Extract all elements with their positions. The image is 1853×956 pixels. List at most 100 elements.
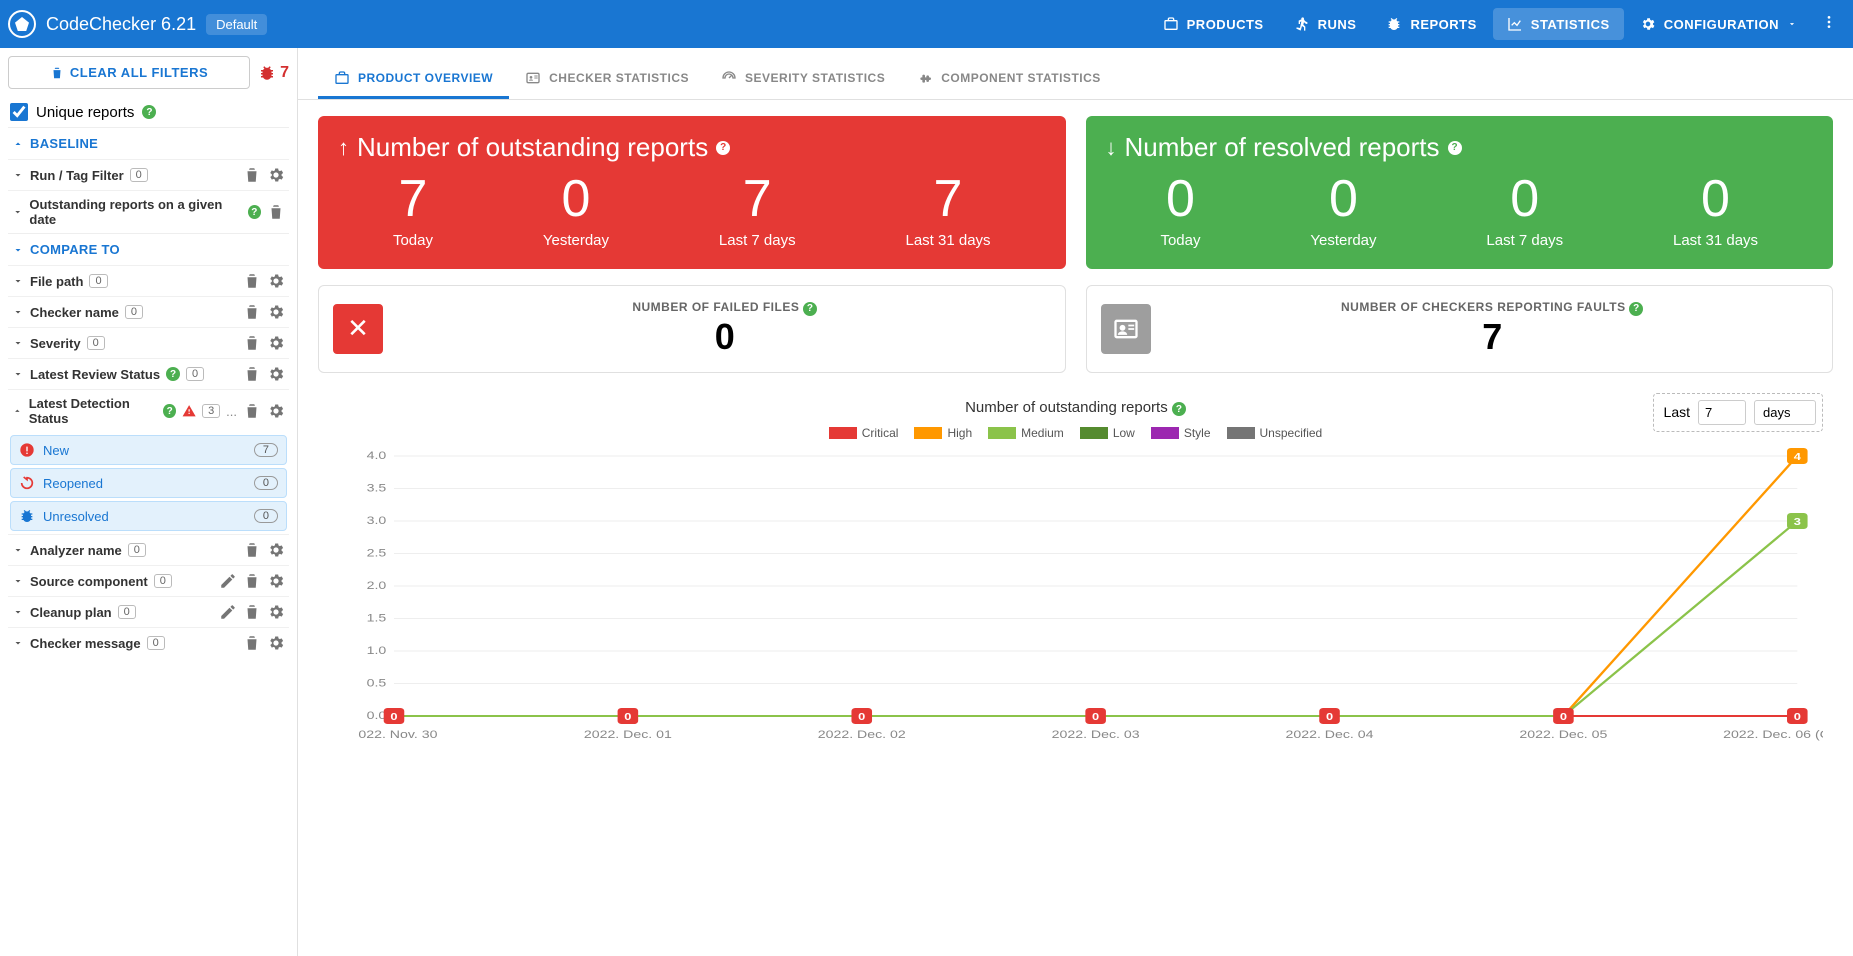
arrow-down-icon: ↓ bbox=[1106, 135, 1117, 161]
help-icon[interactable]: ? bbox=[166, 367, 180, 381]
detection-item-reopened[interactable]: Reopened 0 bbox=[10, 468, 287, 498]
id-card-icon bbox=[525, 70, 541, 86]
svg-text:0: 0 bbox=[1560, 712, 1567, 722]
chevron-down-icon bbox=[12, 637, 24, 649]
topbar-nav: PRODUCTS RUNS REPORTS STATISTICS CONFIGU… bbox=[1149, 6, 1845, 43]
topbar: CodeChecker 6.21 Default PRODUCTS RUNS R… bbox=[0, 0, 1853, 48]
gear-icon[interactable] bbox=[267, 572, 285, 590]
trash-icon[interactable] bbox=[243, 365, 261, 383]
help-icon[interactable]: ? bbox=[716, 141, 730, 155]
checkers-faults-card: NUMBER OF CHECKERS REPORTING FAULTS ? 7 bbox=[1086, 285, 1834, 373]
tab-product-overview[interactable]: PRODUCT OVERVIEW bbox=[318, 60, 509, 99]
help-icon[interactable]: ? bbox=[803, 302, 817, 316]
help-icon[interactable]: ? bbox=[142, 105, 156, 119]
help-icon[interactable]: ? bbox=[248, 205, 261, 219]
clear-all-filters-button[interactable]: CLEAR ALL FILTERS bbox=[8, 56, 250, 89]
gear-icon[interactable] bbox=[267, 402, 285, 420]
filter-outstanding-date[interactable]: Outstanding reports on a given date ? bbox=[8, 190, 289, 233]
content-area: PRODUCT OVERVIEW CHECKER STATISTICS SEVE… bbox=[298, 48, 1853, 956]
nav-configuration[interactable]: CONFIGURATION bbox=[1626, 8, 1811, 40]
filter-review-status[interactable]: Latest Review Status?0 bbox=[8, 358, 289, 389]
svg-text:3: 3 bbox=[1794, 517, 1801, 527]
chart-svg: 0.00.51.01.52.02.53.03.54.02022. Nov. 30… bbox=[358, 446, 1823, 746]
filter-source-component[interactable]: Source component0 bbox=[8, 565, 289, 596]
section-compare[interactable]: COMPARE TO bbox=[8, 233, 289, 265]
nav-reports[interactable]: REPORTS bbox=[1372, 8, 1490, 40]
svg-text:2022. Dec. 05: 2022. Dec. 05 bbox=[1519, 729, 1607, 741]
trash-icon bbox=[50, 66, 64, 80]
chevron-down-icon bbox=[12, 575, 24, 587]
help-icon[interactable]: ? bbox=[163, 404, 175, 418]
trash-icon[interactable] bbox=[267, 203, 285, 221]
trash-icon[interactable] bbox=[243, 541, 261, 559]
filter-severity[interactable]: Severity0 bbox=[8, 327, 289, 358]
chevron-down-icon bbox=[12, 244, 24, 256]
failed-files-card: ✕ NUMBER OF FAILED FILES ? 0 bbox=[318, 285, 1066, 373]
nav-products[interactable]: PRODUCTS bbox=[1149, 8, 1278, 40]
gear-icon[interactable] bbox=[267, 334, 285, 352]
filter-checker-name[interactable]: Checker name0 bbox=[8, 296, 289, 327]
chart-icon bbox=[1507, 16, 1523, 32]
chart-range-unit-select[interactable]: days bbox=[1754, 400, 1816, 425]
warning-icon bbox=[182, 403, 196, 419]
gauge-icon bbox=[721, 70, 737, 86]
alert-icon bbox=[19, 442, 35, 458]
gear-icon[interactable] bbox=[267, 166, 285, 184]
nav-statistics[interactable]: STATISTICS bbox=[1493, 8, 1624, 40]
outstanding-reports-chart: Number of outstanding reports ? Last day… bbox=[298, 389, 1853, 767]
section-baseline[interactable]: BASELINE bbox=[8, 127, 289, 159]
product-chip[interactable]: Default bbox=[206, 14, 267, 35]
gear-icon[interactable] bbox=[267, 634, 285, 652]
detection-item-new[interactable]: New 7 bbox=[10, 435, 287, 465]
trash-icon[interactable] bbox=[243, 303, 261, 321]
svg-text:4: 4 bbox=[1794, 452, 1802, 462]
trash-icon[interactable] bbox=[243, 402, 261, 420]
filter-analyzer-name[interactable]: Analyzer name0 bbox=[8, 534, 289, 565]
svg-text:4.0: 4.0 bbox=[367, 450, 387, 462]
svg-text:0.0: 0.0 bbox=[367, 710, 387, 722]
filter-cleanup-plan[interactable]: Cleanup plan0 bbox=[8, 596, 289, 627]
nav-runs[interactable]: RUNS bbox=[1280, 8, 1371, 40]
pencil-icon[interactable] bbox=[219, 603, 237, 621]
reload-icon bbox=[19, 475, 35, 491]
unique-reports-toggle[interactable]: Unique reports ? bbox=[8, 97, 289, 127]
svg-text:0: 0 bbox=[858, 712, 865, 722]
briefcase-icon bbox=[1163, 16, 1179, 32]
help-icon[interactable]: ? bbox=[1448, 141, 1462, 155]
filter-file-path[interactable]: File path0 bbox=[8, 265, 289, 296]
svg-text:1.0: 1.0 bbox=[367, 645, 387, 657]
gear-icon[interactable] bbox=[267, 272, 285, 290]
filter-run-tag[interactable]: Run / Tag Filter 0 bbox=[8, 159, 289, 190]
detection-item-unresolved[interactable]: Unresolved 0 bbox=[10, 501, 287, 531]
gear-icon[interactable] bbox=[267, 365, 285, 383]
trash-icon[interactable] bbox=[243, 334, 261, 352]
help-icon[interactable]: ? bbox=[1172, 402, 1186, 416]
trash-icon[interactable] bbox=[243, 166, 261, 184]
trash-icon[interactable] bbox=[243, 572, 261, 590]
chart-range-controls: Last days bbox=[1653, 393, 1823, 432]
trash-icon[interactable] bbox=[243, 272, 261, 290]
gear-icon[interactable] bbox=[267, 303, 285, 321]
more-menu-icon[interactable] bbox=[1813, 6, 1845, 43]
gear-icon[interactable] bbox=[267, 541, 285, 559]
filter-checker-message[interactable]: Checker message0 bbox=[8, 627, 289, 658]
chevron-up-icon bbox=[12, 138, 24, 150]
unique-reports-checkbox[interactable] bbox=[10, 103, 28, 121]
svg-text:3.5: 3.5 bbox=[367, 482, 387, 494]
svg-text:0: 0 bbox=[1326, 712, 1333, 722]
tab-checker-statistics[interactable]: CHECKER STATISTICS bbox=[509, 60, 705, 99]
svg-text:1.5: 1.5 bbox=[367, 612, 387, 624]
pencil-icon[interactable] bbox=[219, 572, 237, 590]
tab-component-statistics[interactable]: COMPONENT STATISTICS bbox=[901, 60, 1117, 99]
stats-tabs: PRODUCT OVERVIEW CHECKER STATISTICS SEVE… bbox=[298, 48, 1853, 100]
chart-range-input[interactable] bbox=[1698, 400, 1746, 425]
help-icon[interactable]: ? bbox=[1629, 302, 1643, 316]
trash-icon[interactable] bbox=[243, 603, 261, 621]
svg-text:3.0: 3.0 bbox=[367, 515, 387, 527]
svg-text:0: 0 bbox=[390, 712, 397, 722]
chevron-down-icon bbox=[1787, 16, 1797, 32]
tab-severity-statistics[interactable]: SEVERITY STATISTICS bbox=[705, 60, 901, 99]
trash-icon[interactable] bbox=[243, 634, 261, 652]
gear-icon[interactable] bbox=[267, 603, 285, 621]
filter-detection-status[interactable]: Latest Detection Status? 3... bbox=[8, 389, 289, 432]
